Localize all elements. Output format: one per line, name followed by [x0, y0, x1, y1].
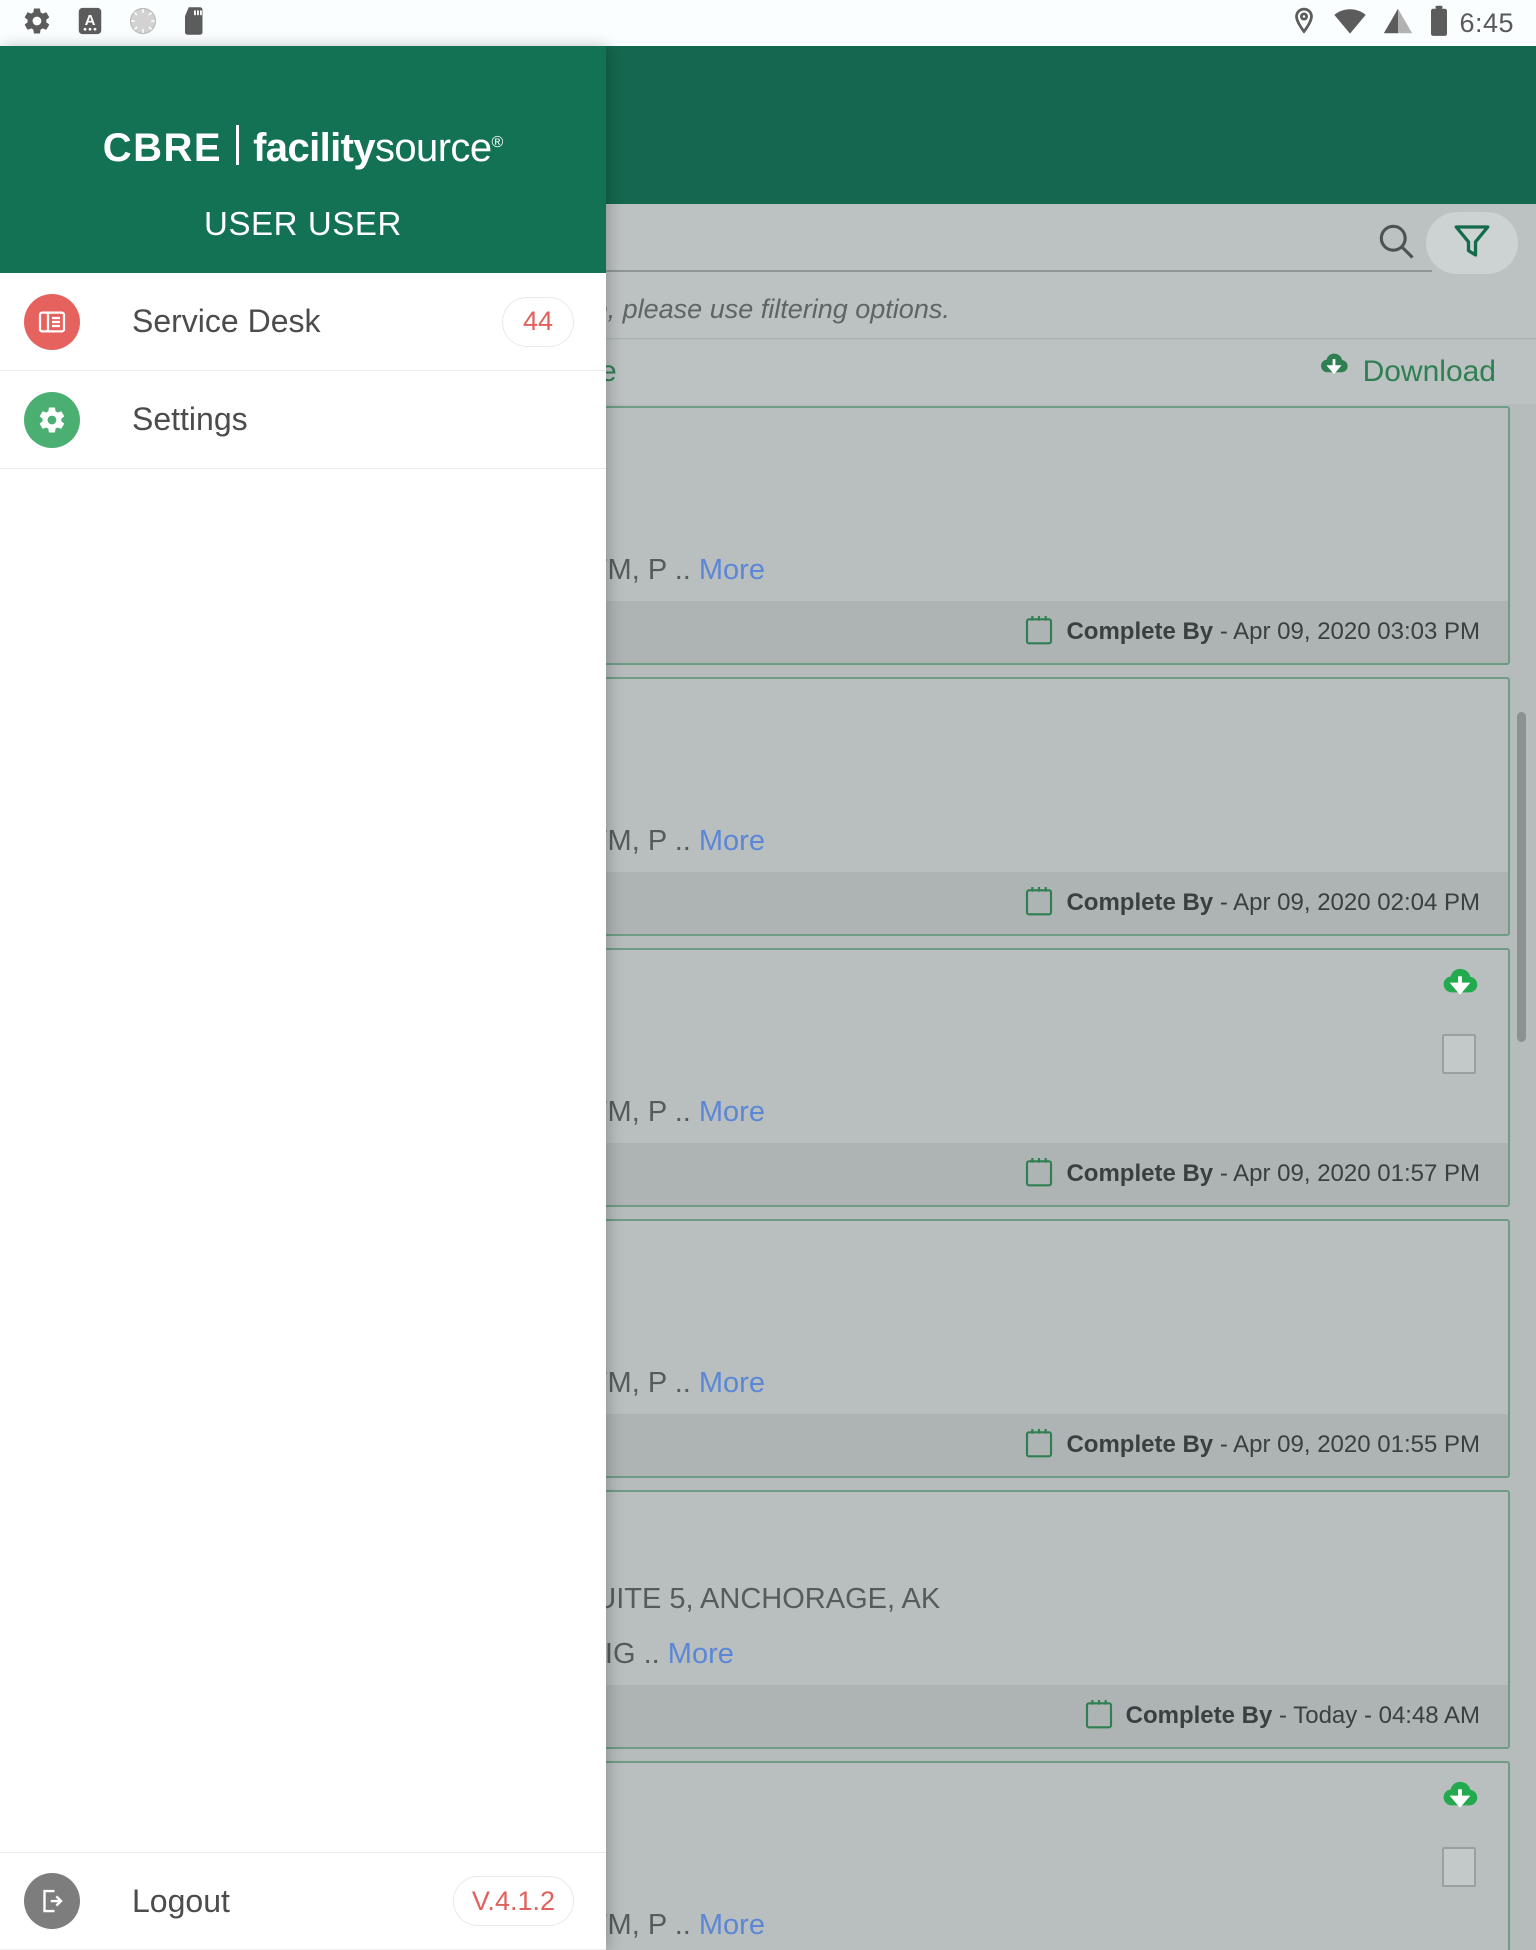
- wifi-icon: [1333, 7, 1367, 40]
- work-order-checkbox[interactable]: [1442, 1034, 1476, 1074]
- drawer-menu-items: Service Desk 44 Settings: [0, 273, 606, 469]
- more-link[interactable]: More: [699, 1909, 765, 1941]
- complete-by-label: Complete By: [1066, 618, 1214, 645]
- complete-by-value: - Apr 09, 2020 01:55 PM: [1219, 1431, 1480, 1458]
- drawer-header: CBRE facility source ® USER USER: [0, 46, 606, 273]
- more-link[interactable]: More: [668, 1638, 734, 1670]
- more-link[interactable]: More: [699, 1096, 765, 1128]
- logout-icon: [24, 1873, 80, 1929]
- sidebar-item-logout[interactable]: Logout V.4.1.2: [0, 1852, 606, 1950]
- drawer-user-name: USER USER: [204, 204, 402, 242]
- more-link[interactable]: More: [699, 1367, 765, 1399]
- status-bar-clock: 6:45: [1459, 7, 1514, 38]
- complete-by-label: Complete By: [1066, 1431, 1214, 1458]
- android-status-bar: A 6:45: [0, 0, 1536, 46]
- complete-by-value: - Today - 04:48 AM: [1279, 1702, 1480, 1729]
- navigation-drawer[interactable]: CBRE facility source ® USER USER Service…: [0, 46, 606, 1950]
- battery-icon: [1429, 5, 1449, 42]
- location-pin-icon: [1291, 6, 1317, 41]
- more-link[interactable]: More: [699, 554, 765, 586]
- search-icon[interactable]: [1374, 219, 1432, 268]
- download-cloud-icon[interactable]: [1438, 968, 1482, 1011]
- cbre-facilitysource-logo: CBRE facility source ®: [102, 121, 504, 171]
- calendar-icon: [1024, 885, 1054, 922]
- service-desk-count-badge: 44: [502, 296, 574, 347]
- calendar-icon: [1024, 1427, 1054, 1464]
- gear-icon: [24, 391, 80, 448]
- download-button[interactable]: Download: [1317, 353, 1496, 391]
- sidebar-item-service-desk[interactable]: Service Desk 44: [0, 273, 606, 371]
- logo-source-text: source: [375, 125, 492, 170]
- complete-by-value: - Apr 09, 2020 03:03 PM: [1219, 618, 1480, 645]
- gear-icon: [22, 6, 52, 41]
- filter-funnel-icon: [1451, 220, 1493, 267]
- complete-by-value: - Apr 09, 2020 01:57 PM: [1219, 1160, 1480, 1187]
- drawer-spacer: [0, 469, 606, 1852]
- sidebar-item-label: Settings: [132, 401, 248, 437]
- calendar-icon: [1024, 614, 1054, 651]
- download-cloud-icon: [1317, 353, 1351, 391]
- more-link[interactable]: More: [699, 825, 765, 857]
- scrollbar-track[interactable]: [1517, 376, 1532, 1950]
- calendar-icon: [1024, 1156, 1054, 1193]
- complete-by-value: - Apr 09, 2020 02:04 PM: [1219, 889, 1480, 916]
- status-bar-left-icons: A: [22, 6, 208, 41]
- filter-button[interactable]: [1426, 212, 1518, 274]
- logo-registered-mark: ®: [491, 133, 504, 151]
- logo-divider: [236, 124, 240, 165]
- a-badge-icon: A: [76, 6, 104, 41]
- download-label: Download: [1362, 355, 1496, 388]
- logo-cbre-text: CBRE: [102, 125, 223, 170]
- app-version-badge: V.4.1.2: [452, 1876, 574, 1926]
- cell-signal-icon: [1383, 7, 1413, 40]
- complete-by-label: Complete By: [1066, 1160, 1214, 1187]
- service-desk-icon: [24, 293, 80, 350]
- logout-label: Logout: [132, 1882, 230, 1919]
- complete-by-label: Complete By: [1125, 1702, 1273, 1729]
- logo-facility-text: facility: [253, 125, 376, 170]
- dial-icon: [128, 6, 158, 41]
- svg-text:A: A: [85, 11, 96, 28]
- status-bar-right-icons: [1291, 5, 1449, 42]
- download-cloud-icon[interactable]: [1438, 1781, 1482, 1824]
- work-order-checkbox[interactable]: [1442, 1847, 1476, 1887]
- sdcard-icon: [182, 6, 208, 41]
- complete-by-label: Complete By: [1066, 889, 1214, 916]
- sidebar-item-settings[interactable]: Settings: [0, 371, 606, 469]
- sidebar-item-label: Service Desk: [132, 303, 321, 339]
- scrollbar-thumb[interactable]: [1517, 712, 1526, 1042]
- calendar-icon: [1084, 1698, 1114, 1735]
